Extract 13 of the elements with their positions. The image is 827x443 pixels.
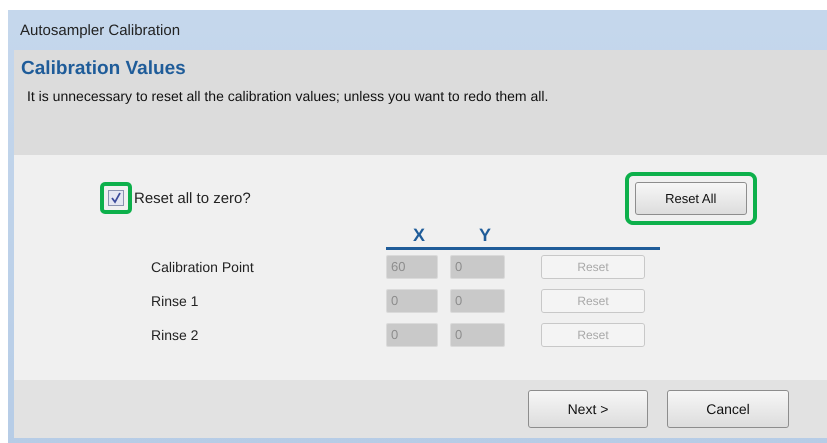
row-label: Calibration Point <box>151 259 255 275</box>
checkbox-label: Reset all to zero? <box>134 190 251 206</box>
row-label: Rinse 2 <box>151 327 200 343</box>
reset-checkbox[interactable] <box>108 190 124 206</box>
column-header: X <box>412 225 426 247</box>
column-header: Y <box>478 225 492 247</box>
window-title: Autosampler Calibration <box>20 22 180 38</box>
row-label: Rinse 1 <box>151 293 200 309</box>
reset-all-button[interactable]: Reset All <box>634 182 747 215</box>
cancel-button[interactable]: Cancel <box>667 390 789 428</box>
next-button[interactable]: Next > <box>528 390 648 428</box>
description-text: It is unnecessary to reset all the calibration values; unless you want to redo them all. <box>26 88 550 104</box>
section-title: Calibration Values <box>21 58 187 80</box>
